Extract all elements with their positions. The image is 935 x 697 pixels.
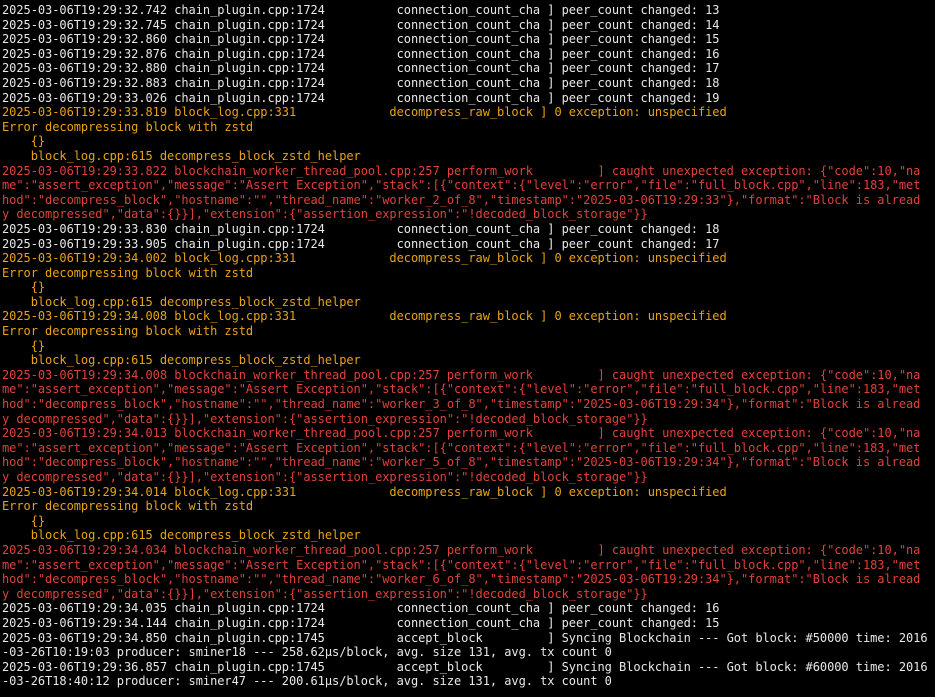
log-line-warn: block_log.cpp:615 decompress_block_zstd_…: [2, 148, 361, 163]
log-line-warn: {}: [2, 513, 46, 528]
log-line-info: 2025-03-06T19:29:32.745 chain_plugin.cpp…: [2, 17, 720, 32]
log-line-info: 2025-03-06T19:29:32.876 chain_plugin.cpp…: [2, 46, 720, 61]
log-line-info: 2025-03-06T19:29:32.860 chain_plugin.cpp…: [2, 32, 720, 47]
log-line-warn: 2025-03-06T19:29:34.014 block_log.cpp:33…: [2, 484, 727, 499]
log-line-error: hod":"decompress_block","hostname":"","t…: [2, 572, 921, 587]
log-line-warn: 2025-03-06T19:29:34.008 block_log.cpp:33…: [2, 309, 727, 324]
log-line-error: hod":"decompress_block","hostname":"","t…: [2, 455, 921, 470]
log-line-info: 2025-03-06T19:29:34.035 chain_plugin.cpp…: [2, 601, 720, 616]
log-line-error: me":"assert_exception","message":"Assert…: [2, 557, 921, 572]
log-line-error: me":"assert_exception","message":"Assert…: [2, 178, 921, 193]
terminal-window[interactable]: 2025-03-06T19:29:32.742 chain_plugin.cpp…: [0, 0, 935, 697]
log-line-error: y decompressed","data":{}}],"extension":…: [2, 207, 648, 222]
log-line-error: hod":"decompress_block","hostname":"","t…: [2, 192, 921, 207]
log-line-info: 2025-03-06T19:29:33.905 chain_plugin.cpp…: [2, 236, 720, 251]
log-line-warn: Error decompressing block with zstd: [2, 324, 254, 339]
log-line-error: hod":"decompress_block","hostname":"","t…: [2, 397, 921, 412]
log-line-info: 2025-03-06T19:29:32.742 chain_plugin.cpp…: [2, 3, 720, 17]
log-line-info: 2025-03-06T19:29:34.144 chain_plugin.cpp…: [2, 615, 720, 630]
log-line-error: y decompressed","data":{}}],"extension":…: [2, 411, 648, 426]
log-line-error: me":"assert_exception","message":"Assert…: [2, 440, 921, 455]
log-line-warn: block_log.cpp:615 decompress_block_zstd_…: [2, 528, 361, 543]
log-line-info: 2025-03-06T19:29:32.883 chain_plugin.cpp…: [2, 75, 720, 90]
log-line-info: 2025-03-06T19:29:32.880 chain_plugin.cpp…: [2, 61, 720, 76]
log-line-error: 2025-03-06T19:29:34.008 blockchain_worke…: [2, 367, 921, 382]
log-line-error: y decompressed","data":{}}],"extension":…: [2, 586, 648, 601]
log-line-debug: 2025-03-06T19:29:34.850 chain_plugin.cpp…: [2, 630, 928, 645]
log-line-error: me":"assert_exception","message":"Assert…: [2, 382, 921, 397]
log-line-debug: -03-26T18:40:12 producer: sminer47 --- 2…: [2, 674, 612, 689]
log-line-debug: 2025-03-06T19:29:36.857 chain_plugin.cpp…: [2, 659, 928, 674]
log-line-error: 2025-03-06T19:29:33.822 blockchain_worke…: [2, 163, 921, 178]
log-line-warn: {}: [2, 280, 46, 295]
log-line-warn: block_log.cpp:615 decompress_block_zstd_…: [2, 353, 361, 368]
log-line-warn: block_log.cpp:615 decompress_block_zstd_…: [2, 294, 361, 309]
log-line-info: 2025-03-06T19:29:33.026 chain_plugin.cpp…: [2, 90, 720, 105]
log-line-warn: {}: [2, 338, 46, 353]
log-line-error: 2025-03-06T19:29:34.034 blockchain_worke…: [2, 542, 921, 557]
log-line-warn: 2025-03-06T19:29:34.002 block_log.cpp:33…: [2, 251, 727, 266]
log-line-warn: Error decompressing block with zstd: [2, 499, 254, 514]
log-line-warn: Error decompressing block with zstd: [2, 119, 254, 134]
log-line-warn: Error decompressing block with zstd: [2, 265, 254, 280]
log-line-info: 2025-03-06T19:29:33.830 chain_plugin.cpp…: [2, 221, 720, 236]
log-line-error: 2025-03-06T19:29:34.013 blockchain_worke…: [2, 426, 921, 441]
log-line-error: y decompressed","data":{}}],"extension":…: [2, 470, 648, 484]
log-line-warn: {}: [2, 134, 46, 149]
log-line-debug: -03-26T10:19:03 producer: sminer18 --- 2…: [2, 645, 612, 660]
log-line-warn: 2025-03-06T19:29:33.819 block_log.cpp:33…: [2, 105, 727, 120]
